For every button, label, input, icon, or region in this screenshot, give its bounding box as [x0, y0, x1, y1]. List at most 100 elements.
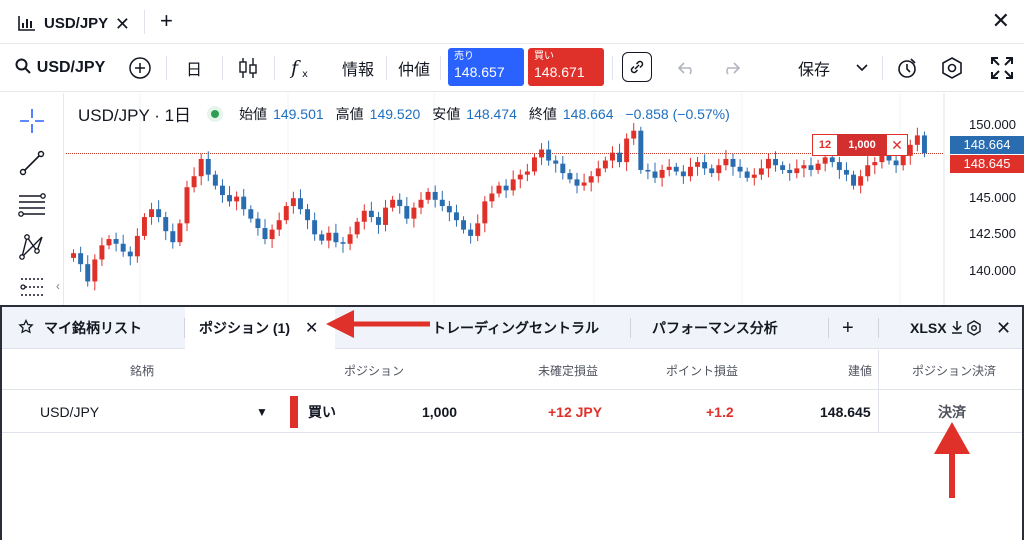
divider [386, 56, 387, 80]
candle-body [333, 232, 339, 243]
candles-icon[interactable] [232, 44, 264, 92]
candle-body [453, 212, 459, 221]
export-xlsx-button[interactable]: XLSX [910, 307, 963, 349]
last-price-tag: 148.664 [950, 136, 1024, 154]
price-chart[interactable]: USD/JPY · 1日 始値 149.501 高値 149.520 安値 148.4… [66, 93, 1024, 305]
candle-body [99, 245, 105, 260]
col-header-symbol[interactable]: 銘柄 [130, 350, 154, 390]
tab-performance[interactable]: パフォーマンス分析 [652, 307, 778, 349]
link-icon[interactable] [622, 52, 652, 82]
position-line-label[interactable]: 12 1,000 ✕ [812, 134, 908, 156]
add-tab-icon[interactable]: + [842, 307, 854, 349]
save-button[interactable]: 保存 [790, 44, 838, 92]
tab-watchlist[interactable]: マイ銘柄リスト [18, 307, 142, 349]
sell-button[interactable]: 売り 148.657 [448, 48, 524, 86]
collapse-chevron-icon[interactable]: ‹ [56, 279, 60, 293]
candle-body [851, 174, 857, 186]
add-tab-icon[interactable]: + [160, 8, 173, 34]
expand-caret-icon[interactable]: ▼ [256, 391, 268, 433]
chart-legend: USD/JPY · 1日 始値 149.501 高値 149.520 安値 148.4… [78, 101, 730, 126]
chart-title: USD/JPY · 1日 [78, 106, 192, 125]
candle-body [666, 166, 672, 170]
compare-add-icon[interactable] [124, 44, 156, 92]
table-row[interactable]: USD/JPY ▼ 買い 1,000 +12 JPY +1.2 148.645 … [2, 391, 1022, 433]
tab-trading-central[interactable]: トレーディングセントラル [432, 307, 599, 349]
col-header-points-pnl[interactable]: ポイント損益 [666, 350, 738, 390]
candle-body [907, 144, 913, 156]
candle-body [305, 209, 311, 221]
ohlc-low-value: 148.474 [466, 105, 517, 122]
fib-retracement-icon[interactable] [16, 189, 48, 221]
candle-body [588, 176, 594, 183]
tab-performance-label: パフォーマンス分析 [652, 320, 778, 336]
account-panel: マイ銘柄リスト ポジション (1) ✕ トレーディングセントラル パフォーマンス… [0, 305, 1024, 540]
candle-body [439, 199, 445, 207]
forecast-icon[interactable] [16, 271, 48, 303]
candle-body [120, 243, 126, 252]
candle-body [113, 239, 119, 244]
chart-tab-title: USD/JPY [44, 14, 109, 32]
candle-body [780, 165, 786, 170]
candle-body [241, 196, 247, 210]
candle-body [858, 176, 864, 186]
alert-clock-icon[interactable] [892, 44, 924, 92]
ohlc-high-value: 149.520 [369, 105, 421, 122]
panel-settings-icon[interactable] [966, 307, 982, 349]
panel-tabs: マイ銘柄リスト ポジション (1) ✕ トレーディングセントラル パフォーマンス… [2, 307, 1022, 349]
tab-close-icon[interactable]: ✕ [305, 318, 318, 338]
tab-close-icon[interactable]: ✕ [115, 14, 130, 35]
candle-body [787, 169, 793, 174]
candle-body [134, 235, 140, 257]
candle-body [687, 166, 693, 177]
fullscreen-icon[interactable] [986, 44, 1018, 92]
candle-body [709, 168, 715, 174]
buy-label: 買い [534, 51, 554, 62]
candle-body [865, 165, 871, 177]
candle-body [716, 165, 722, 174]
ohlc-high-label: 高値 [335, 105, 364, 122]
divider [144, 10, 145, 34]
undo-icon[interactable] [672, 44, 702, 92]
buy-price: 148.671 [534, 64, 585, 80]
candle-body [503, 185, 509, 191]
candle-body [163, 217, 169, 232]
candle-body [602, 160, 608, 169]
chart-tab[interactable]: USD/JPY ✕ [8, 4, 136, 42]
candle-body [71, 253, 77, 258]
candle-body [92, 259, 98, 282]
candle-body [680, 171, 686, 177]
info-button[interactable]: 情報 [336, 44, 380, 92]
redo-icon[interactable] [716, 44, 746, 92]
window-close-icon[interactable]: ✕ [992, 8, 1010, 34]
close-position-icon[interactable]: ✕ [886, 134, 908, 156]
sell-label: 売り [454, 51, 474, 62]
indicators-icon[interactable]: fx [284, 44, 318, 92]
row-side: 買い [308, 404, 336, 420]
candle-body [546, 149, 552, 161]
settings-hexagon-icon[interactable] [936, 44, 968, 92]
pattern-icon[interactable] [16, 231, 48, 263]
save-dropdown-chevron-icon[interactable] [850, 44, 874, 92]
mid-price-button[interactable]: 仲値 [392, 44, 436, 92]
tab-positions[interactable]: ポジション (1) ✕ [185, 307, 335, 349]
candle-body [730, 158, 736, 167]
col-header-unrealized-pnl[interactable]: 未確定損益 [538, 350, 598, 390]
candle-body [468, 229, 474, 236]
col-header-position[interactable]: ポジション [344, 350, 404, 390]
close-position-button[interactable]: 決済 [938, 391, 966, 433]
interval-button[interactable]: 日 [178, 44, 210, 92]
panel-close-icon[interactable]: ✕ [996, 307, 1011, 349]
candle-body [539, 149, 545, 158]
candle-body [673, 166, 679, 172]
symbol-search-button[interactable]: USD/JPY [10, 44, 110, 92]
candle-body [560, 163, 566, 174]
buy-button[interactable]: 買い 148.671 [528, 48, 604, 86]
col-header-close-position[interactable]: ポジション決済 [912, 350, 996, 390]
candle-body [177, 223, 183, 243]
candle-body [822, 157, 828, 164]
crosshair-icon[interactable] [16, 105, 48, 137]
col-header-entry-price[interactable]: 建値 [848, 350, 872, 390]
divider [166, 56, 167, 80]
trendline-icon[interactable] [16, 147, 48, 179]
candle-body [631, 130, 637, 139]
